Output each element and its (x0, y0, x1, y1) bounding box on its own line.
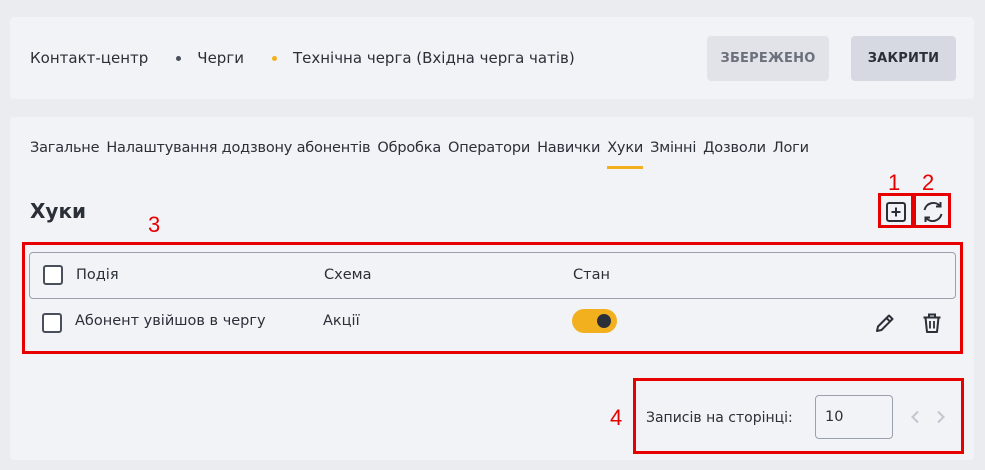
tab-permissions[interactable]: Дозволи (703, 140, 766, 169)
breadcrumb-current-queue: Технічна черга (Вхідна черга чатів) (292, 49, 575, 67)
tab-logs[interactable]: Логи (773, 140, 809, 169)
column-header-state[interactable]: Стан (573, 267, 610, 283)
next-page-button[interactable] (932, 407, 950, 427)
add-hook-button[interactable] (881, 197, 911, 227)
add-square-icon (886, 202, 906, 222)
breadcrumb-separator-dot (176, 55, 182, 61)
edit-button[interactable] (870, 308, 900, 338)
tab-general[interactable]: Загальне (30, 140, 100, 169)
prev-page-button[interactable] (906, 407, 924, 427)
toggle-knob (597, 314, 611, 328)
column-header-event[interactable]: Подія (76, 267, 119, 283)
scheme-cell: Акції (323, 313, 360, 329)
chevron-right-icon (937, 410, 945, 424)
tab-operators[interactable]: Оператори (448, 140, 530, 169)
tab-bar: Загальне Налаштування додзвону абонентів… (30, 140, 816, 169)
pencil-icon (876, 314, 894, 332)
tab-variables[interactable]: Змінні (650, 140, 696, 169)
main-panel: Загальне Налаштування додзвону абонентів… (10, 117, 974, 460)
section-title: Хуки (30, 199, 87, 223)
saved-button[interactable]: ЗБЕРЕЖЕНО (707, 36, 829, 81)
trash-icon (923, 313, 941, 333)
annotation-number-2: 2 (922, 170, 935, 195)
row-checkbox[interactable] (42, 313, 62, 333)
rows-per-page-label: Записів на сторінці: (646, 410, 793, 426)
tab-hooks[interactable]: Хуки (607, 140, 643, 169)
annotation-number-1: 1 (888, 170, 901, 195)
breadcrumb-queues[interactable]: Черги (197, 49, 244, 67)
state-toggle[interactable] (572, 309, 617, 333)
breadcrumb-contact-center[interactable]: Контакт-центр (30, 49, 148, 67)
tab-processing[interactable]: Обробка (377, 140, 441, 169)
chevron-left-icon (911, 410, 919, 424)
event-cell: Абонент увійшов в чергу (75, 313, 266, 329)
refresh-icon (923, 201, 943, 223)
table-header: Подія Схема Стан (29, 252, 956, 299)
tab-dialing-settings[interactable]: Налаштування додзвону абонентів (106, 140, 370, 169)
header-bar: Контакт-центр Черги Технічна черга (Вхід… (10, 17, 974, 99)
select-all-checkbox[interactable] (43, 265, 63, 285)
column-header-scheme[interactable]: Схема (324, 267, 371, 283)
rows-per-page-input[interactable] (815, 395, 893, 439)
tab-skills[interactable]: Навички (537, 140, 600, 169)
delete-button[interactable] (917, 308, 947, 338)
refresh-button[interactable] (918, 197, 948, 227)
table-row: Абонент увійшов в чергу Акції (29, 305, 956, 341)
annotation-number-4: 4 (610, 405, 623, 430)
breadcrumb-separator-dot-active (271, 55, 277, 61)
close-button[interactable]: ЗАКРИТИ (851, 36, 956, 81)
annotation-number-3: 3 (148, 212, 161, 237)
breadcrumb: Контакт-центр Черги Технічна черга (Вхід… (30, 49, 575, 67)
